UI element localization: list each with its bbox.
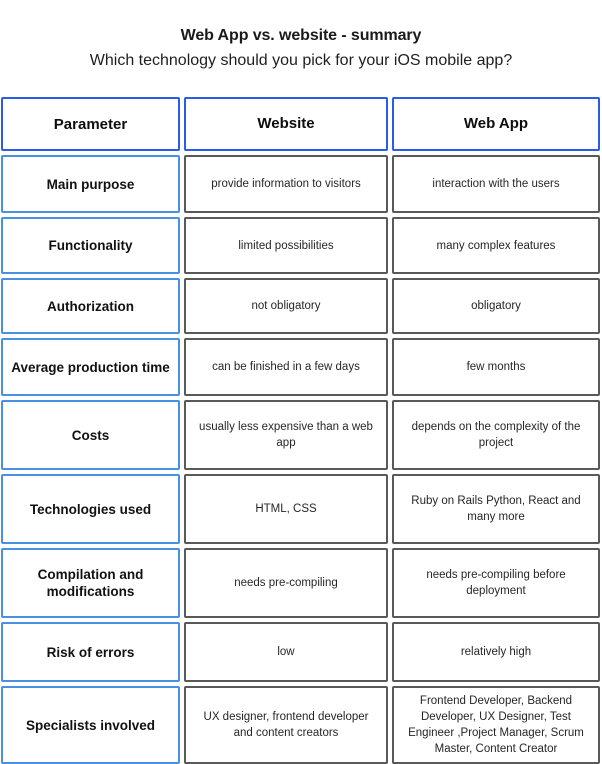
- page-subtitle: Which technology should you pick for you…: [89, 52, 513, 69]
- column-header-webapp: Web App: [392, 97, 600, 151]
- table-row: Technologies used HTML, CSS Ruby on Rail…: [1, 474, 600, 544]
- comparison-table: Parameter Website Web App Main purpose p…: [1, 97, 600, 764]
- table-row: Average production time can be finished …: [1, 338, 600, 396]
- cell-website-costs: usually less expensive than a web app: [184, 400, 388, 470]
- column-header-website: Website: [184, 97, 388, 151]
- cell-webapp-authorization: obligatory: [392, 278, 600, 334]
- cell-website-main-purpose: provide information to visitors: [184, 155, 388, 213]
- cell-webapp-main-purpose: interaction with the users: [392, 155, 600, 213]
- cell-webapp-technologies-used: Ruby on Rails Python, React and many mor…: [392, 474, 600, 544]
- comparison-infographic: Web App vs. website - summary Which tech…: [0, 0, 602, 764]
- cell-website-functionality: limited possibilities: [184, 217, 388, 274]
- column-header-parameter: Parameter: [1, 97, 180, 151]
- row-label-authorization: Authorization: [1, 278, 180, 334]
- cell-website-specialists-involved: UX designer, frontend developer and cont…: [184, 686, 388, 764]
- cell-webapp-costs: depends on the complexity of the project: [392, 400, 600, 470]
- table-row: Main purpose provide information to visi…: [1, 155, 600, 213]
- cell-website-risk-of-errors: low: [184, 622, 388, 682]
- table-row: Risk of errors low relatively high: [1, 622, 600, 682]
- cell-website-compilation-and-modifications: needs pre-compiling: [184, 548, 388, 618]
- table-row: Functionality limited possibilities many…: [1, 217, 600, 274]
- cell-website-authorization: not obligatory: [184, 278, 388, 334]
- cell-website-average-production-time: can be finished in a few days: [184, 338, 388, 396]
- row-label-functionality: Functionality: [1, 217, 180, 274]
- row-label-risk-of-errors: Risk of errors: [1, 622, 180, 682]
- page-title: Web App vs. website - summary: [180, 27, 422, 44]
- table-row: Specialists involved UX designer, fronte…: [1, 686, 600, 764]
- row-label-specialists-involved: Specialists involved: [1, 686, 180, 764]
- table-header-row: Parameter Website Web App: [1, 97, 600, 151]
- cell-website-technologies-used: HTML, CSS: [184, 474, 388, 544]
- cell-webapp-average-production-time: few months: [392, 338, 600, 396]
- heading-block: Web App vs. website - summary Which tech…: [0, 0, 602, 71]
- table-row: Authorization not obligatory obligatory: [1, 278, 600, 334]
- cell-webapp-specialists-involved: Frontend Developer, Backend Developer, U…: [392, 686, 600, 764]
- cell-webapp-compilation-and-modifications: needs pre-compiling before deployment: [392, 548, 600, 618]
- row-label-main-purpose: Main purpose: [1, 155, 180, 213]
- cell-webapp-functionality: many complex features: [392, 217, 600, 274]
- row-label-average-production-time: Average production time: [1, 338, 180, 396]
- table-row: Costs usually less expensive than a web …: [1, 400, 600, 470]
- cell-webapp-risk-of-errors: relatively high: [392, 622, 600, 682]
- row-label-costs: Costs: [1, 400, 180, 470]
- row-label-compilation-and-modifications: Compilation and modifications: [1, 548, 180, 618]
- table-row: Compilation and modifications needs pre-…: [1, 548, 600, 618]
- row-label-technologies-used: Technologies used: [1, 474, 180, 544]
